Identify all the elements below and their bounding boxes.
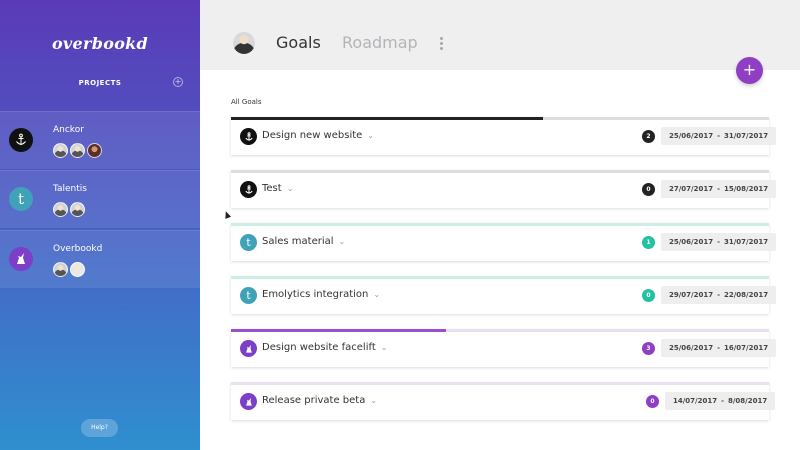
add-goal-button[interactable]: +	[736, 57, 763, 84]
anchor-icon	[240, 128, 257, 145]
goal-progress-track	[231, 382, 769, 385]
goal-title[interactable]: Sales material ⌄	[262, 236, 345, 247]
chevron-down-icon[interactable]: ⌄	[373, 290, 380, 299]
goal-date-range[interactable]: 14/07/2017-8/08/2017	[665, 392, 776, 410]
member-avatar[interactable]	[70, 143, 85, 158]
goal-title[interactable]: Design website facelift ⌄	[262, 342, 387, 353]
member-avatar[interactable]	[70, 202, 85, 217]
goal-count-badge: 0	[642, 289, 655, 302]
goal-count-badge: 0	[642, 183, 655, 196]
chevron-down-icon[interactable]: ⌄	[381, 343, 388, 352]
goal-count-badge: 2	[642, 130, 655, 143]
goal-progress-fill	[231, 329, 447, 332]
goal-card[interactable]: Release private beta ⌄ 0 14/07/2017-8/08/…	[231, 382, 776, 420]
goal-card[interactable]: Design website facelift ⌄ 3 25/06/2017-16…	[231, 329, 777, 367]
goal-card[interactable]: t Emolytics integration ⌄ 0 29/07/2017-22…	[231, 276, 777, 314]
project-members	[53, 202, 87, 217]
goal-date-range[interactable]: 27/07/2017-15/08/2017	[661, 180, 777, 198]
goal-count-badge: 0	[646, 395, 659, 408]
chevron-down-icon[interactable]: ⌄	[370, 396, 377, 405]
project-name: Overbookd	[53, 244, 103, 254]
chevron-down-icon[interactable]: ⌄	[367, 131, 374, 140]
unicorn-icon	[240, 393, 257, 410]
more-vertical-icon[interactable]	[437, 37, 445, 51]
tab-roadmap[interactable]: Roadmap	[342, 33, 418, 52]
tab-goals[interactable]: Goals	[276, 33, 321, 52]
goal-title[interactable]: Release private beta ⌄	[262, 395, 377, 406]
goal-count-badge: 3	[642, 342, 655, 355]
section-label: All Goals	[231, 98, 262, 106]
projects-heading: PROJECTS	[78, 79, 122, 87]
add-project-icon[interactable]: +	[173, 77, 183, 87]
mouse-cursor-icon	[222, 210, 232, 219]
anchor-icon	[9, 128, 33, 152]
member-avatar[interactable]	[87, 143, 102, 158]
goal-progress-track	[231, 276, 769, 279]
goal-card[interactable]: Design new website ⌄ 2 25/06/2017-31/07/2…	[231, 117, 777, 155]
project-name: Talentis	[53, 184, 87, 194]
chevron-down-icon[interactable]: ⌄	[287, 184, 294, 193]
member-avatar[interactable]	[53, 143, 68, 158]
goal-progress-track	[231, 223, 769, 226]
sidebar-project-anckor[interactable]: Anckor	[0, 111, 200, 169]
letter-t-icon: t	[240, 287, 257, 304]
project-name: Anckor	[53, 125, 84, 135]
help-button[interactable]: Help?	[81, 419, 118, 437]
user-avatar[interactable]	[233, 32, 255, 54]
unicorn-icon	[240, 340, 257, 357]
goal-date-range[interactable]: 25/06/2017-16/07/2017	[661, 339, 777, 357]
app-logo[interactable]: overbookd	[0, 34, 200, 53]
project-members	[53, 262, 87, 277]
goal-title[interactable]: Emolytics integration ⌄	[262, 289, 380, 300]
sidebar: overbookd PROJECTS + Anckor t Talentis O…	[0, 0, 200, 450]
chevron-down-icon[interactable]: ⌄	[339, 237, 346, 246]
goal-title[interactable]: Design new website ⌄	[262, 130, 374, 141]
goal-card[interactable]: t Sales material ⌄ 1 25/06/2017-31/07/201…	[231, 223, 777, 261]
anchor-icon	[240, 181, 257, 198]
unicorn-icon	[9, 247, 33, 271]
goal-date-range[interactable]: 29/07/2017-22/08/2017	[661, 286, 777, 304]
goal-date-range[interactable]: 25/06/2017-31/07/2017	[661, 127, 777, 145]
goal-progress-track	[231, 170, 769, 173]
goal-count-badge: 1	[642, 236, 655, 249]
goal-date-range[interactable]: 25/06/2017-31/07/2017	[661, 233, 777, 251]
project-members	[53, 143, 104, 158]
letter-t-icon: t	[240, 234, 257, 251]
member-avatar[interactable]	[70, 262, 85, 277]
letter-t-icon: t	[9, 187, 33, 211]
goal-card[interactable]: Test ⌄ 0 27/07/2017-15/08/2017	[231, 170, 777, 208]
member-avatar[interactable]	[53, 262, 68, 277]
goal-progress-fill	[231, 117, 544, 120]
member-avatar[interactable]	[53, 202, 68, 217]
sidebar-project-talentis[interactable]: t Talentis	[0, 170, 200, 228]
goal-title[interactable]: Test ⌄	[262, 183, 293, 194]
sidebar-project-overbookd[interactable]: Overbookd	[0, 230, 200, 288]
